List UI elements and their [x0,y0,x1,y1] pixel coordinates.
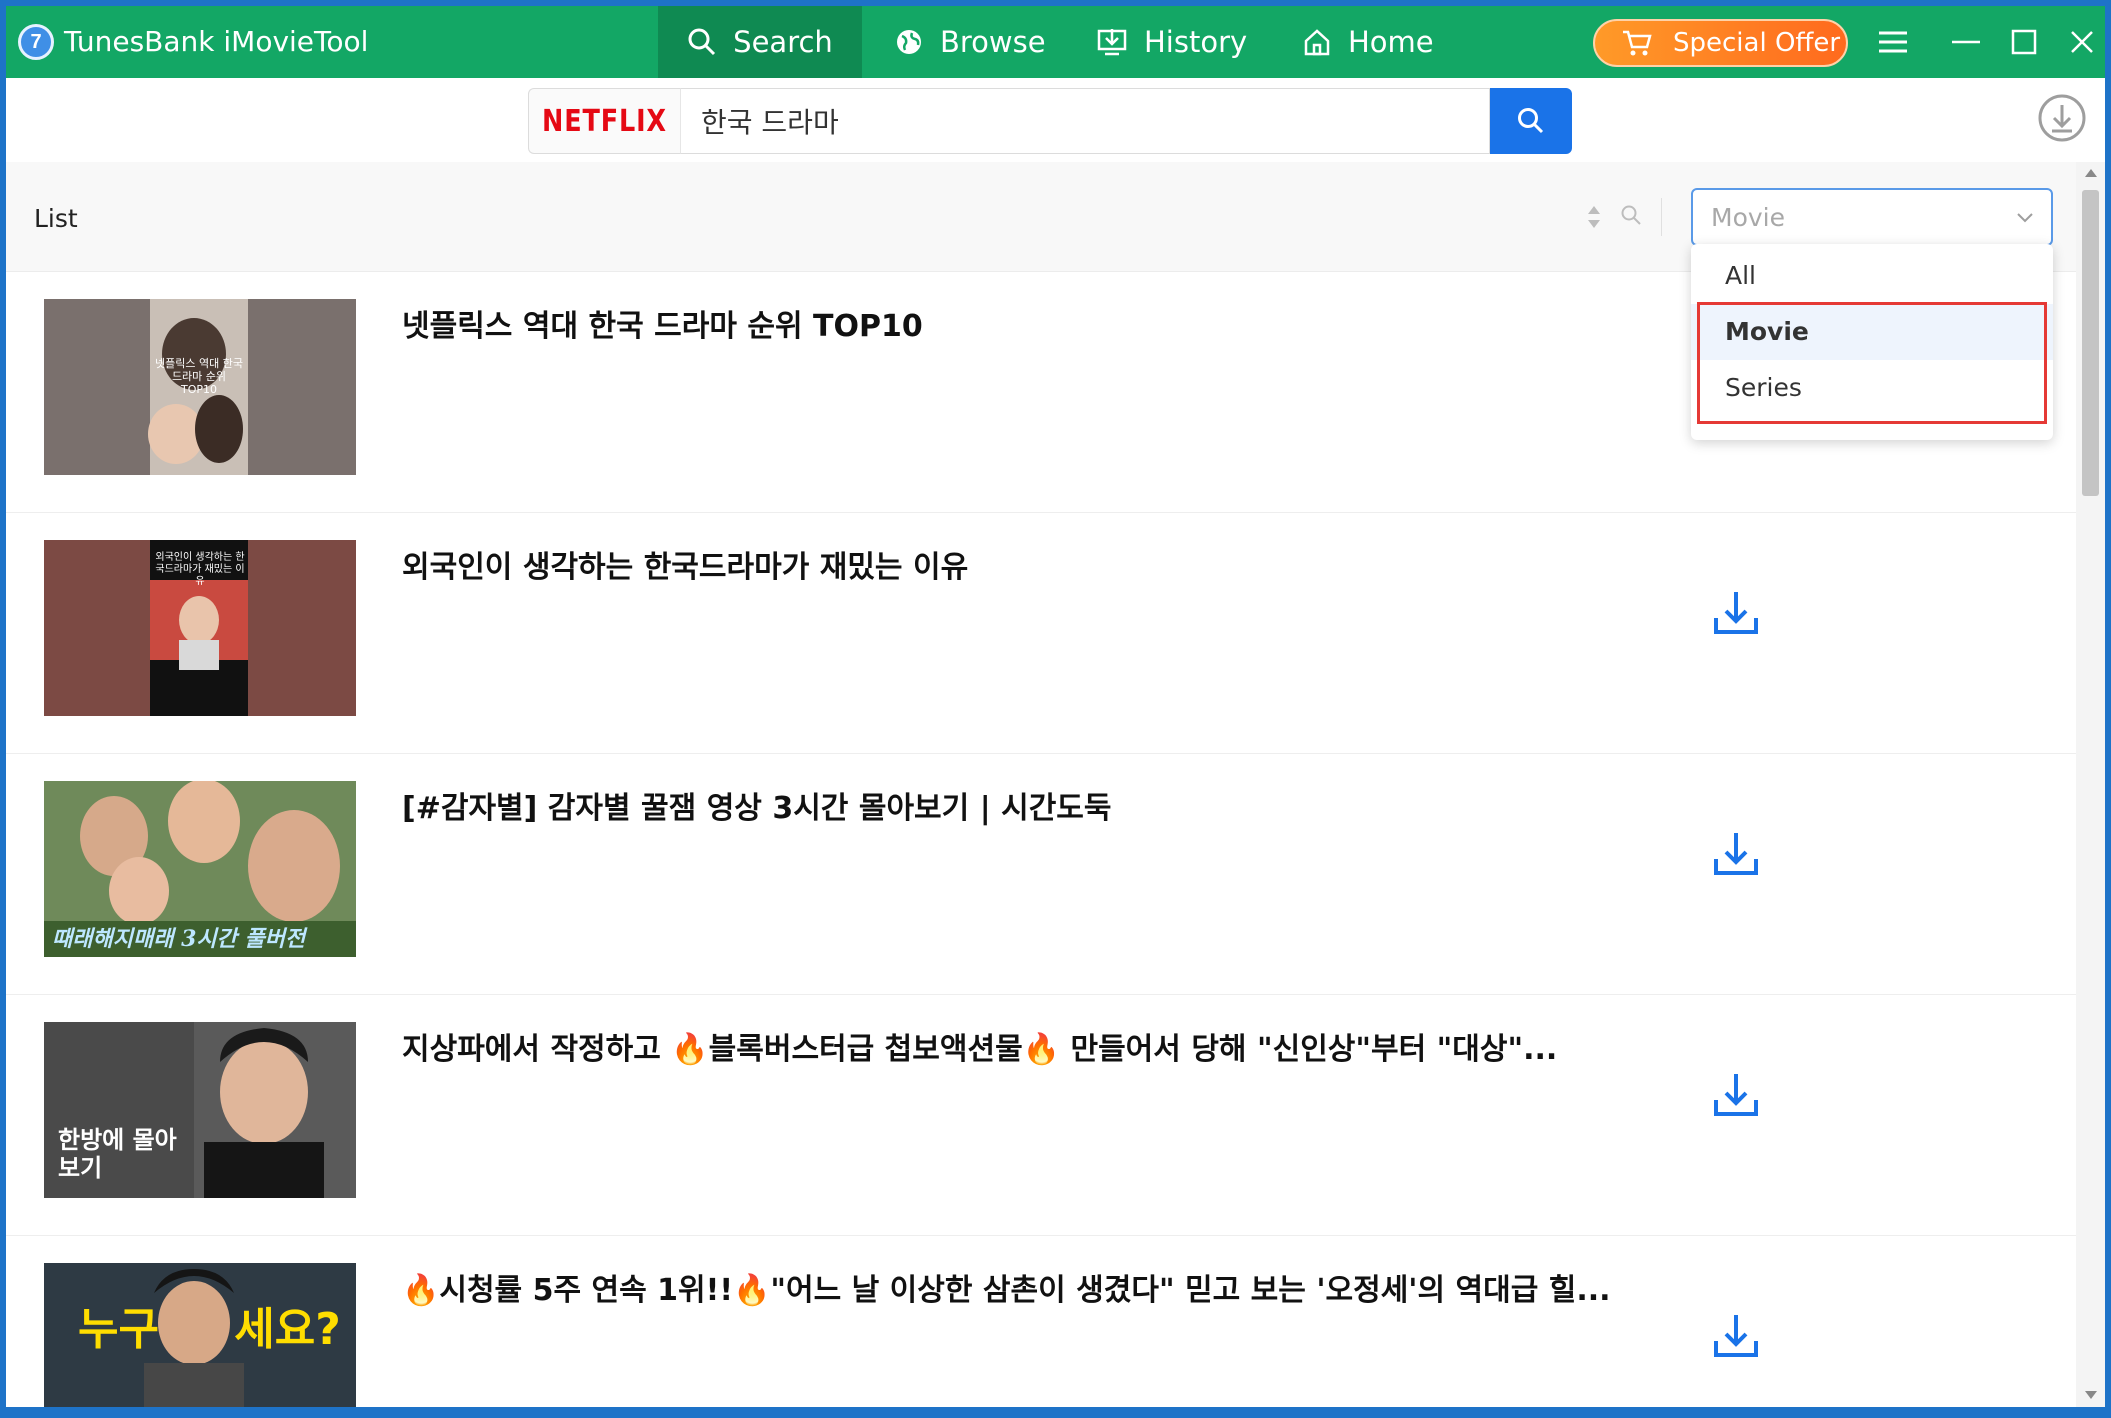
netflix-logo: NETFLIX [542,103,667,139]
list-item[interactable]: 누구 세요? 🔥시청률 5주 연속 1위!!🔥"어느 날 이상한 삼촌이 생겼다… [6,1237,2076,1407]
search-input[interactable] [680,88,1490,154]
tab-browse-label: Browse [940,25,1046,59]
list-title: List [34,204,78,233]
app-title: TunesBank iMovieTool [64,25,369,58]
list-item[interactable]: 때래해지매래 3시간 풀버전 [#감자별] 감자별 꿀잼 영상 3시간 몰아보기… [6,755,2076,995]
item-title: 넷플릭스 역대 한국 드라마 순위 TOP10 [402,309,923,344]
download-icon[interactable] [1712,831,1760,877]
menu-icon[interactable] [1875,24,1911,60]
service-selector[interactable]: NETFLIX [528,88,680,154]
download-history-icon [1097,29,1127,56]
filter-option-series[interactable]: Series [1691,360,2053,416]
cart-icon [1623,30,1652,56]
type-filter-select[interactable]: Movie [1691,188,2053,246]
minimize-icon[interactable] [1948,24,1984,60]
home-icon [1304,29,1330,56]
item-title: 지상파에서 작정하고 🔥블록버스터급 첩보액션물🔥 만들어서 당해 "신인상"부… [402,1032,1558,1067]
app-window: 7 TunesBank iMovieTool Search Browse His… [6,6,2105,1407]
list-search-icon[interactable] [1620,204,1642,226]
maximize-icon[interactable] [2006,24,2042,60]
thumbnail-caption: 때래해지매래 3시간 풀버전 [52,926,306,952]
item-title: 외국인이 생각하는 한국드라마가 재밌는 이유 [402,550,969,585]
type-filter-dropdown: All Movie Series [1691,244,2053,440]
scrollbar-thumb[interactable] [2082,190,2099,496]
tab-search[interactable]: Search [658,6,862,78]
video-thumbnail[interactable]: 넷플릭스 역대 한국 드라마 순위 TOP10 [44,299,356,475]
tab-history[interactable]: History [1096,6,1247,78]
search-icon [1518,108,1544,134]
tab-history-label: History [1144,25,1248,59]
download-icon[interactable] [1712,590,1760,636]
video-thumbnail[interactable]: 외국인이 생각하는 한국드라마가 재밌는 이유 [44,540,356,716]
list-item[interactable]: 외국인이 생각하는 한국드라마가 재밌는 이유 외국인이 생각하는 한국드라마가… [6,514,2076,754]
filter-option-all[interactable]: All [1691,248,2053,304]
scroll-down-icon[interactable] [2084,1390,2098,1400]
item-title: [#감자별] 감자별 꿀잼 영상 3시간 몰아보기 | 시간도둑 [402,791,1112,826]
special-offer-label: Special Offer [1673,28,1841,58]
thumbnail-caption: 한방에 몰아보기 [58,1126,177,1182]
tab-home-label: Home [1348,25,1434,59]
special-offer-button[interactable]: Special Offer [1593,19,1848,67]
thumbnail-caption: 외국인이 생각하는 한국드라마가 재밌는 이유 [155,552,245,587]
header-divider [1661,198,1662,236]
filter-option-movie[interactable]: Movie [1691,304,2053,360]
list-item[interactable]: 한방에 몰아보기 지상파에서 작정하고 🔥블록버스터급 첩보액션물🔥 만들어서 … [6,996,2076,1236]
video-thumbnail[interactable]: 한방에 몰아보기 [44,1022,356,1198]
download-manager-icon[interactable] [2036,92,2088,144]
app-logo-icon: 7 [18,24,54,60]
tab-search-label: Search [733,25,833,59]
thumbnail-caption: 넷플릭스 역대 한국 드라마 순위 TOP10 [155,357,243,396]
chevron-down-icon [2017,213,2033,223]
video-thumbnail[interactable]: 누구 세요? [44,1263,356,1407]
search-bar-row: NETFLIX [6,78,2105,162]
thumbnail-caption: 누구 세요? [78,1304,341,1355]
sort-icon[interactable] [1586,204,1602,230]
download-icon[interactable] [1712,1072,1760,1118]
search-icon [688,28,716,56]
globe-icon [897,30,921,54]
tab-home[interactable]: Home [1302,6,1434,78]
type-filter-value: Movie [1711,203,1785,232]
scroll-up-icon[interactable] [2084,168,2098,178]
video-thumbnail[interactable]: 때래해지매래 3시간 풀버전 [44,781,356,957]
close-icon[interactable] [2064,24,2100,60]
tab-browse[interactable]: Browse [894,6,1046,78]
title-bar: 7 TunesBank iMovieTool Search Browse His… [6,6,2105,78]
download-icon[interactable] [1712,1313,1760,1359]
item-title: 🔥시청률 5주 연속 1위!!🔥"어느 날 이상한 삼촌이 생겼다" 믿고 보는… [402,1273,1611,1308]
search-button[interactable] [1490,88,1572,154]
